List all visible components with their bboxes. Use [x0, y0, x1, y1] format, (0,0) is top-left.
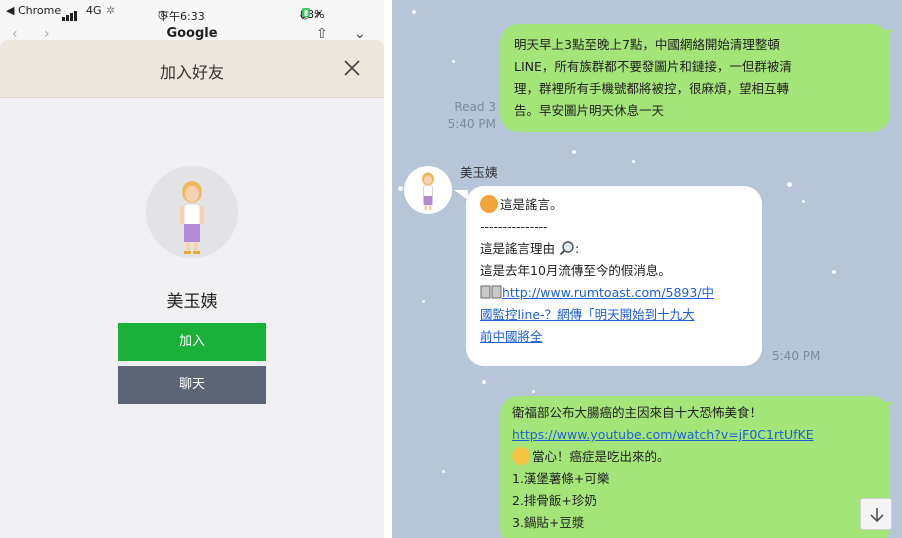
list-item: 2.排骨飯+珍奶	[512, 493, 597, 508]
message-line: 明天早上3點至晚上7點，中國網絡開始清理整頓	[514, 37, 780, 52]
book-icon	[480, 285, 502, 299]
modal-title: 加入好友	[159, 63, 224, 82]
message-line: 理，群裡所有手機號都將被控，很麻煩，望相互轉	[514, 81, 790, 96]
add-friend-button[interactable]: 加入	[118, 323, 266, 361]
snow-dot	[632, 160, 635, 163]
divider	[384, 0, 392, 538]
snow-dot	[832, 270, 836, 274]
add-friend-modal: 加入好友 美玉姨 加入 聊天	[0, 40, 384, 538]
message-text: :	[575, 241, 580, 256]
bubble-tail	[880, 402, 894, 412]
woman-avatar-icon	[422, 172, 434, 210]
close-button[interactable]	[340, 56, 364, 80]
message-time: 5:40 PM	[447, 117, 496, 131]
sad-face-emoji-icon	[480, 195, 498, 213]
network-type: 4G	[86, 4, 102, 17]
message-line: 這是去年10月流傳至今的假消息。	[480, 263, 671, 278]
arrow-down-icon	[870, 508, 884, 523]
message-text: 這是謠言理由	[480, 241, 556, 256]
sent-message-bubble[interactable]: 明天早上3點至晚上7點，中國網絡開始清理整頓 LINE，所有族群都不要發圖片和鏈…	[500, 24, 890, 132]
rumor-link[interactable]: http://www.rumtoast.com/5893/中	[502, 285, 714, 300]
magnifier-icon	[559, 241, 574, 256]
list-item: 1.漢堡薯條+可樂	[512, 471, 610, 486]
close-icon	[344, 60, 360, 76]
message-line: 這是謠言理由 :	[480, 238, 748, 260]
snow-dot	[572, 150, 576, 154]
snow-dot	[412, 10, 416, 14]
read-count: Read 3	[454, 100, 496, 114]
snow-dot	[802, 200, 805, 203]
snowflake-icon	[398, 186, 403, 191]
snow-dot	[482, 380, 486, 384]
woman-avatar-icon	[180, 181, 204, 254]
sent-message-bubble[interactable]: 衛福部公布大腸癌的主因來自十大恐怖美食！ https://www.youtube…	[500, 396, 890, 538]
message-line: 告。早安圖片明天休息一天	[514, 103, 665, 118]
wifi-icon: ✲	[106, 4, 116, 17]
message-line: LINE，所有族群都不要發圖片和鏈接，一但群被清	[514, 59, 792, 74]
message-text: 當心！癌症是吃出來的。	[532, 449, 670, 464]
status-bar: ◀ Chrome 4G ✲ ◎ 下午6:33 ◎ ➚ 88% ▮	[0, 0, 384, 23]
message-line: 這是謠言。	[480, 194, 748, 216]
message-line: http://www.rumtoast.com/5893/中	[480, 282, 748, 304]
read-receipt: Read 3 5:40 PM	[436, 99, 496, 133]
snow-dot	[532, 390, 535, 393]
message-text: 這是謠言。	[500, 197, 563, 212]
sunglasses-emoji-icon	[512, 447, 530, 465]
chat-panel: Read 3 5:40 PM 明天早上3點至晚上7點，中國網絡開始清理整頓 LI…	[392, 0, 902, 538]
chat-button[interactable]: 聊天	[118, 366, 266, 404]
message-line: 衛福部公布大腸癌的主因來自十大恐怖美食！	[512, 405, 763, 420]
snow-dot	[442, 470, 445, 473]
snow-dot	[422, 300, 425, 303]
back-to-app[interactable]: ◀ Chrome	[6, 4, 61, 17]
separator-line: ---------------	[480, 219, 548, 234]
add-friend-screen: ◀ Chrome 4G ✲ ◎ 下午6:33 ◎ ➚ 88% ▮ ‹ › Goog…	[0, 0, 384, 538]
bubble-tail	[454, 190, 468, 200]
sender-avatar[interactable]	[404, 166, 452, 214]
received-message-bubble[interactable]: 這是謠言。 --------------- 這是謠言理由 : 這是去年10月流傳…	[466, 186, 762, 366]
modal-header: 加入好友	[0, 40, 384, 98]
snow-dot	[452, 60, 455, 63]
bubble-tail	[880, 30, 894, 40]
friend-name: 美玉姨	[166, 292, 218, 312]
rumor-link-continued[interactable]: 國監控line-？網傳「明天開始到十九大	[480, 304, 748, 326]
battery-icon: ▮	[302, 8, 311, 17]
youtube-link[interactable]: https://www.youtube.com/watch?v=jF0C1rtU…	[512, 424, 878, 446]
snowflake-icon	[787, 182, 792, 187]
message-time: 5:40 PM	[772, 349, 821, 363]
message-line: 當心！癌症是吃出來的。	[512, 446, 878, 468]
list-item: 3.鍋貼+豆漿	[512, 515, 585, 530]
scroll-to-bottom-button[interactable]	[860, 498, 892, 530]
rumor-link-continued[interactable]: 前中國將全	[480, 326, 748, 348]
friend-avatar	[146, 166, 238, 258]
sender-name: 美玉姨	[460, 165, 498, 180]
